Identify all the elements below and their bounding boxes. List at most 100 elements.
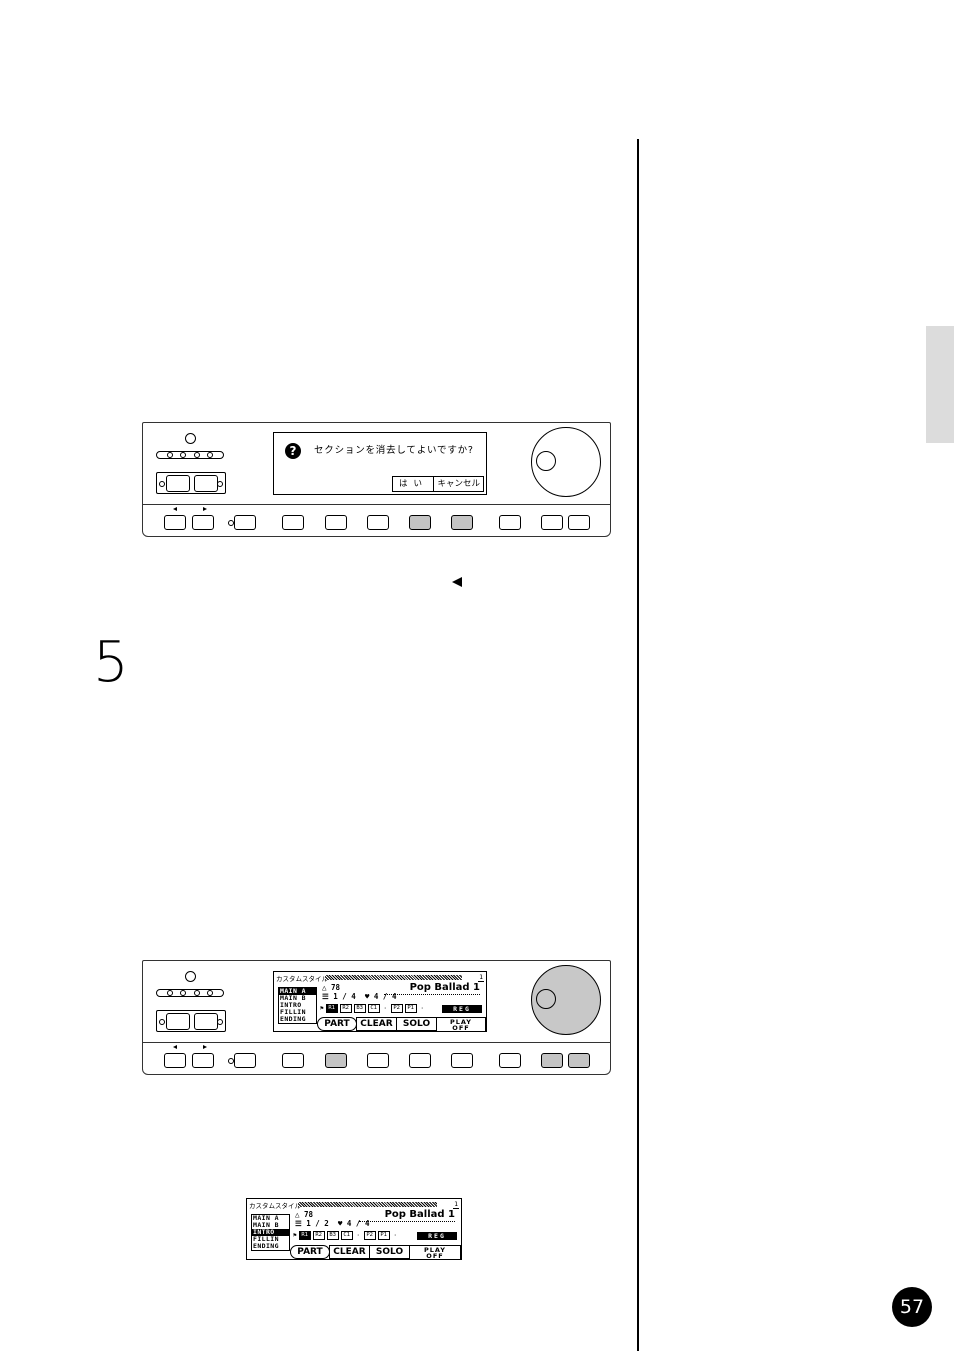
tempo-readout: △ 78 (322, 983, 341, 992)
function-button-3[interactable] (367, 1053, 389, 1068)
control-panel-dialog: ? セクションを消去してよいですか? はい キャンセル (142, 422, 611, 537)
mode-button-right[interactable] (194, 1013, 218, 1030)
part-channel[interactable]: B3 (326, 1231, 339, 1240)
function-button-4[interactable] (409, 1053, 431, 1068)
data-dial-knob[interactable] (531, 427, 601, 497)
yes-button[interactable]: はい (392, 476, 435, 492)
question-icon: ? (285, 443, 301, 459)
title-bar-pattern (325, 975, 462, 980)
part-channel[interactable]: B3 (353, 1004, 366, 1013)
solo-menu-button[interactable]: SOLO (396, 1017, 437, 1031)
part-channel[interactable]: P2 (363, 1231, 376, 1240)
mode-button-group (156, 1010, 226, 1032)
data-dial-knob[interactable] (531, 965, 601, 1035)
section-list: MAIN A MAIN B INTRO FILLIN ENDING (251, 1214, 290, 1251)
part-channel[interactable]: C1 (340, 1231, 353, 1240)
left-arrow-icon (173, 507, 177, 511)
page-indicator: 1 (478, 973, 484, 982)
part-empty: · (393, 1232, 397, 1239)
part-channel[interactable]: R2 (339, 1004, 352, 1013)
mode-button-left[interactable] (166, 475, 190, 492)
up-button[interactable] (568, 1053, 590, 1068)
function-button-2[interactable] (325, 515, 347, 530)
part-channel[interactable]: P2 (390, 1004, 403, 1013)
reg-indicator: REG (417, 1232, 457, 1240)
indicator-led-strip (156, 989, 224, 997)
style-name: Pop Ballad 1 (383, 982, 480, 995)
down-button[interactable] (541, 515, 563, 530)
mode-button-group (156, 472, 226, 494)
clear-menu-button[interactable]: CLEAR (329, 1245, 370, 1259)
part-channel[interactable]: P1 (377, 1231, 390, 1240)
section-ending[interactable]: ENDING (279, 1016, 316, 1023)
screen-title: カスタムスタイル (276, 975, 328, 983)
part-empty: · (383, 1005, 387, 1012)
lcd-style-screen: カスタムスタイル 1 MAIN A MAIN B INTRO FILLIN EN… (273, 971, 487, 1032)
part-channel[interactable]: C1 (367, 1004, 380, 1013)
function-button-3[interactable] (367, 515, 389, 530)
section-list: MAIN A MAIN B INTRO FILLIN ENDING (278, 987, 317, 1024)
page-indicator: 1 (453, 1200, 459, 1209)
lcd-style-screen-intro: カスタムスタイル 1 MAIN A MAIN B INTRO FILLIN EN… (246, 1198, 462, 1260)
page-left-button[interactable] (164, 515, 186, 530)
tempo-value: 78 (304, 1210, 314, 1219)
screen-title: カスタムスタイル (249, 1202, 301, 1210)
part-channel[interactable]: P1 (404, 1004, 417, 1013)
flag-icon: ⚑ (293, 1232, 297, 1239)
function-button-6[interactable] (499, 1053, 521, 1068)
exit-button[interactable] (234, 515, 256, 530)
mode-button-left[interactable] (166, 1013, 190, 1030)
function-button-4[interactable] (409, 515, 431, 530)
exit-button[interactable] (234, 1053, 256, 1068)
mode-button-right[interactable] (194, 475, 218, 492)
dial-grip-icon (536, 989, 556, 1009)
led-dot-icon (217, 1019, 223, 1025)
chapter-side-tab (926, 326, 954, 443)
back-arrow-icon (452, 577, 462, 587)
led-dot-icon (217, 481, 223, 487)
panel-divider (143, 1042, 610, 1043)
play-off-menu-button[interactable]: PLAY OFF (436, 1017, 486, 1031)
up-button[interactable] (568, 515, 590, 530)
part-empty: · (356, 1232, 360, 1239)
left-arrow-icon (173, 1045, 177, 1049)
part-channel[interactable]: R1 (298, 1231, 311, 1240)
measure-value: 1 / 2 (306, 1219, 329, 1228)
section-ending[interactable]: ENDING (252, 1243, 289, 1250)
measure-value: 1 / 4 (333, 992, 356, 1001)
clear-menu-button[interactable]: CLEAR (356, 1017, 397, 1031)
function-button-5[interactable] (451, 1053, 473, 1068)
tempo-readout: △ 78 (295, 1210, 314, 1219)
play-off-menu-button[interactable]: PLAY OFF (409, 1245, 461, 1259)
down-button[interactable] (541, 1053, 563, 1068)
part-menu-button[interactable]: PART (290, 1245, 330, 1259)
style-name: Pop Ballad 1 (358, 1209, 455, 1222)
function-button-6[interactable] (499, 515, 521, 530)
function-button-1[interactable] (282, 1053, 304, 1068)
tempo-value: 78 (331, 983, 341, 992)
part-channel[interactable]: R2 (312, 1231, 325, 1240)
indicator-led-strip (156, 451, 224, 459)
right-arrow-icon (203, 1045, 207, 1049)
page-left-button[interactable] (164, 1053, 186, 1068)
page-right-button[interactable] (192, 515, 214, 530)
reg-indicator: REG (442, 1005, 482, 1013)
function-button-2[interactable] (325, 1053, 347, 1068)
function-button-5[interactable] (451, 515, 473, 530)
function-button-1[interactable] (282, 515, 304, 530)
flag-icon: ⚑ (320, 1005, 324, 1012)
solo-menu-button[interactable]: SOLO (369, 1245, 410, 1259)
page-right-button[interactable] (192, 1053, 214, 1068)
part-channels: ⚑ R1 R2 B3 C1 · P2 P1 · (293, 1231, 399, 1240)
step-number: 5 (93, 630, 129, 695)
cancel-button[interactable]: キャンセル (433, 476, 484, 492)
right-arrow-icon (203, 507, 207, 511)
part-channel[interactable]: R1 (325, 1004, 338, 1013)
part-empty: · (420, 1005, 424, 1012)
off-label: OFF (452, 1024, 470, 1032)
power-led-icon (185, 433, 196, 444)
part-menu-button[interactable]: PART (317, 1017, 357, 1031)
part-channels: ⚑ R1 R2 B3 C1 · P2 P1 · (320, 1004, 426, 1013)
dialog-message: セクションを消去してよいですか? (314, 445, 474, 456)
page-number-badge: 57 (892, 1287, 932, 1327)
